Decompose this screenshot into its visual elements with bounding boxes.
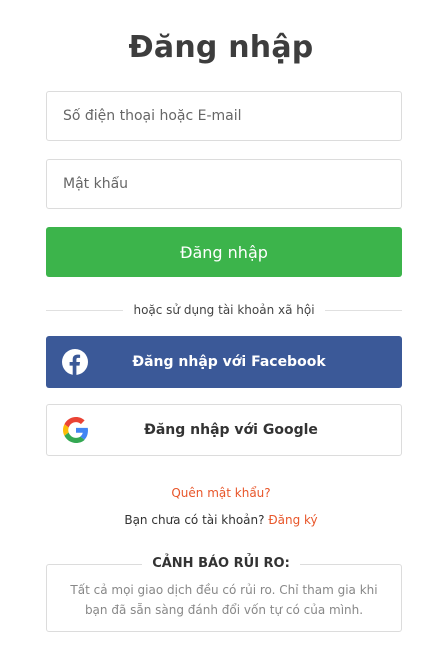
page-title: Đăng nhập: [128, 30, 314, 65]
google-icon: [63, 417, 88, 443]
divider-line-right: [324, 309, 403, 311]
signup-link[interactable]: Đăng ký: [268, 513, 317, 527]
username-input[interactable]: [47, 92, 401, 140]
facebook-icon: [62, 349, 88, 375]
password-field[interactable]: [46, 159, 402, 209]
no-account-text: Bạn chưa có tài khoản?: [124, 513, 265, 527]
login-button[interactable]: Đăng nhập: [46, 227, 402, 277]
risk-warning-title: CẢNH BÁO RỦI RO:: [0, 556, 442, 571]
divider-text: hoặc sử dụng tài khoản xã hội: [133, 303, 315, 317]
social-divider: hoặc sử dụng tài khoản xã hội: [46, 300, 403, 320]
username-field[interactable]: [46, 91, 402, 141]
risk-warning-title-text: CẢNH BÁO RỦI RO:: [142, 556, 300, 571]
signup-prompt: Bạn chưa có tài khoản? Đăng ký: [0, 513, 442, 527]
risk-warning-text: Tất cả mọi giao dịch đều có rủi ro. Chỉ …: [70, 583, 378, 617]
google-login-button[interactable]: Đăng nhập với Google: [46, 404, 402, 456]
divider-line-left: [46, 309, 124, 311]
password-input[interactable]: [47, 160, 401, 208]
forgot-password-link[interactable]: Quên mật khẩu?: [0, 486, 442, 500]
facebook-login-button[interactable]: Đăng nhập với Facebook: [46, 336, 402, 388]
google-login-label: Đăng nhập với Google: [144, 422, 318, 438]
facebook-login-label: Đăng nhập với Facebook: [132, 354, 326, 370]
